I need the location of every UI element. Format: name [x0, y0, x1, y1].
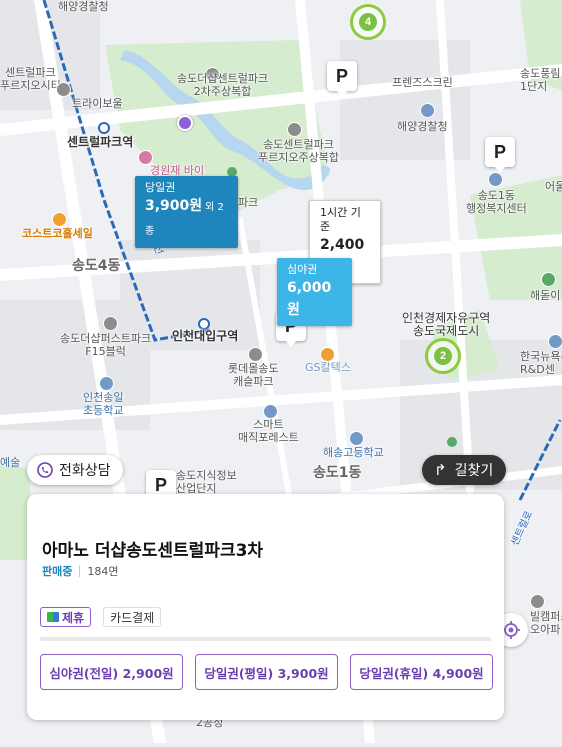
building-icon — [56, 82, 71, 97]
map-label-costco: 코스트코홀세일 — [22, 227, 93, 240]
price-tag-label: 1시간 기준 — [320, 206, 361, 233]
map-label-poongrim: 송도풍림 1단지 — [520, 67, 561, 93]
map-label-officetel: 센트럴파크 푸르지오시티 — [0, 66, 61, 92]
map-label-the-sharp-cp2: 송도더샵센트럴파크 2차주상복합 — [177, 72, 269, 98]
price-option-night[interactable]: 심야권(전일) 2,900원 — [40, 654, 183, 690]
card-payment-chip: 카드결제 — [103, 607, 162, 627]
gas-station-icon — [320, 347, 335, 362]
building-icon — [287, 122, 302, 137]
map-label-campus: 빌캠퍼스 오아파 — [530, 610, 562, 636]
parking-cluster[interactable]: 4 — [350, 4, 386, 40]
parking-marker[interactable]: P — [327, 61, 357, 97]
divider — [79, 565, 81, 577]
parking-lot-card[interactable]: 아마노 더샵송도센트럴파크3차 판매중 184면 제휴 카드결제 심야권(전일)… — [27, 494, 504, 720]
price-tag-label: 심야권 — [287, 263, 318, 276]
map-label-haesong: 해송고등학교 — [323, 446, 384, 459]
price-tag-day-pass[interactable]: 당일권 3,900원 외 2종 — [135, 176, 238, 248]
price-tag-value: 6,000원 — [287, 280, 332, 318]
target-icon — [502, 621, 520, 639]
price-option-holiday[interactable]: 당일권(휴일) 4,900원 — [350, 654, 493, 690]
map-label-incheon-univ-station: 인천대입구역 — [172, 329, 239, 343]
price-tag-amount: 3,900원 — [145, 198, 203, 214]
price-tag-value: 3,900원 외 2종 — [145, 195, 228, 243]
map-label-songil: 인천송일 초등학교 — [83, 391, 124, 417]
map-label-tri-bowl: 트라이보울 — [72, 97, 123, 110]
price-options: 심야권(전일) 2,900원 당일권(평일) 3,900원 당일권(휴일) 4,… — [40, 654, 493, 690]
price-option-weekday[interactable]: 당일권(평일) 3,900원 — [195, 654, 338, 690]
space-count: 184면 — [87, 565, 119, 578]
current-location-dot — [177, 115, 193, 131]
building-icon — [103, 316, 118, 331]
cluster-count: 4 — [359, 13, 377, 31]
map-label-coast-guard-top: 해양경찰청 — [58, 0, 109, 13]
map-label-arts: 예술 — [0, 456, 21, 469]
map-label-free-zone: 인천경제자유구역 송도국제도시 — [402, 311, 491, 338]
map-label-prugio-cp: 송도센트럴파크 푸르지오주상복합 — [258, 138, 339, 164]
directions-button[interactable]: ↱ 길찾기 — [422, 455, 506, 485]
price-tag-label: 당일권 — [145, 181, 176, 194]
partner-logo-icon — [47, 612, 59, 622]
price-tag-night[interactable]: 심야권 6,000원 — [277, 258, 352, 326]
school-icon — [349, 431, 364, 446]
parking-lot-title: 아마노 더샵송도센트럴파크3차 — [42, 541, 264, 561]
school-icon — [548, 334, 562, 349]
map-label-songdo4: 송도4동 — [72, 258, 121, 274]
card-divider-bar — [40, 637, 491, 641]
map-label-haedoji: 해돋이 — [530, 289, 561, 302]
school-icon — [99, 376, 114, 391]
phone-consult-label: 전화상담 — [59, 463, 111, 479]
map-label-coast-guard: 해양경찰청 — [397, 120, 448, 133]
hotel-icon — [138, 150, 153, 165]
map-label-park: 파크 — [238, 196, 259, 209]
map-label-polytech: 한국뉴욕주 R&D센 — [520, 350, 562, 376]
map-label-central-park-station: 센트럴파크역 — [67, 135, 134, 149]
map-label-gs: GS칼텍스 — [305, 361, 351, 374]
government-icon — [420, 103, 435, 118]
parking-cluster[interactable]: 2 — [425, 338, 461, 374]
park-icon — [541, 272, 556, 287]
status-row: 판매중 184면 — [42, 563, 119, 579]
government-icon — [488, 172, 503, 187]
map-label-lotte: 롯데몰송도 캐슬파크 — [228, 362, 279, 388]
feature-chips: 제휴 카드결제 — [40, 607, 162, 627]
partner-chip: 제휴 — [40, 607, 92, 627]
partner-chip-label: 제휴 — [62, 610, 85, 625]
phone-icon — [37, 462, 53, 478]
map-label-eoul: 어울 — [545, 180, 562, 193]
building-icon — [248, 347, 263, 362]
phone-consult-button[interactable]: 전화상담 — [27, 455, 123, 485]
map-label-knowledge: 송도지식정보 산업단지 — [176, 469, 237, 495]
shopping-icon — [52, 212, 67, 227]
map-label-songdo1-center: 송도1동 행정복지센터 — [466, 189, 527, 215]
cluster-count: 2 — [434, 347, 452, 365]
attraction-icon — [263, 404, 278, 419]
status-badge: 판매중 — [42, 565, 73, 578]
map-label-songdo1: 송도1동 — [313, 465, 362, 481]
map-label-friends-screen: 프렌즈스크린 — [392, 76, 453, 89]
turn-right-arrow-icon: ↱ — [434, 461, 447, 479]
directions-label: 길찾기 — [454, 463, 494, 479]
building-icon — [530, 594, 545, 609]
map-label-first-park: 송도더샵퍼스트파크 F15블럭 — [60, 332, 152, 358]
map-label-smart: 스마트 매직포레스트 — [238, 418, 299, 444]
parking-marker[interactable]: P — [485, 137, 515, 173]
